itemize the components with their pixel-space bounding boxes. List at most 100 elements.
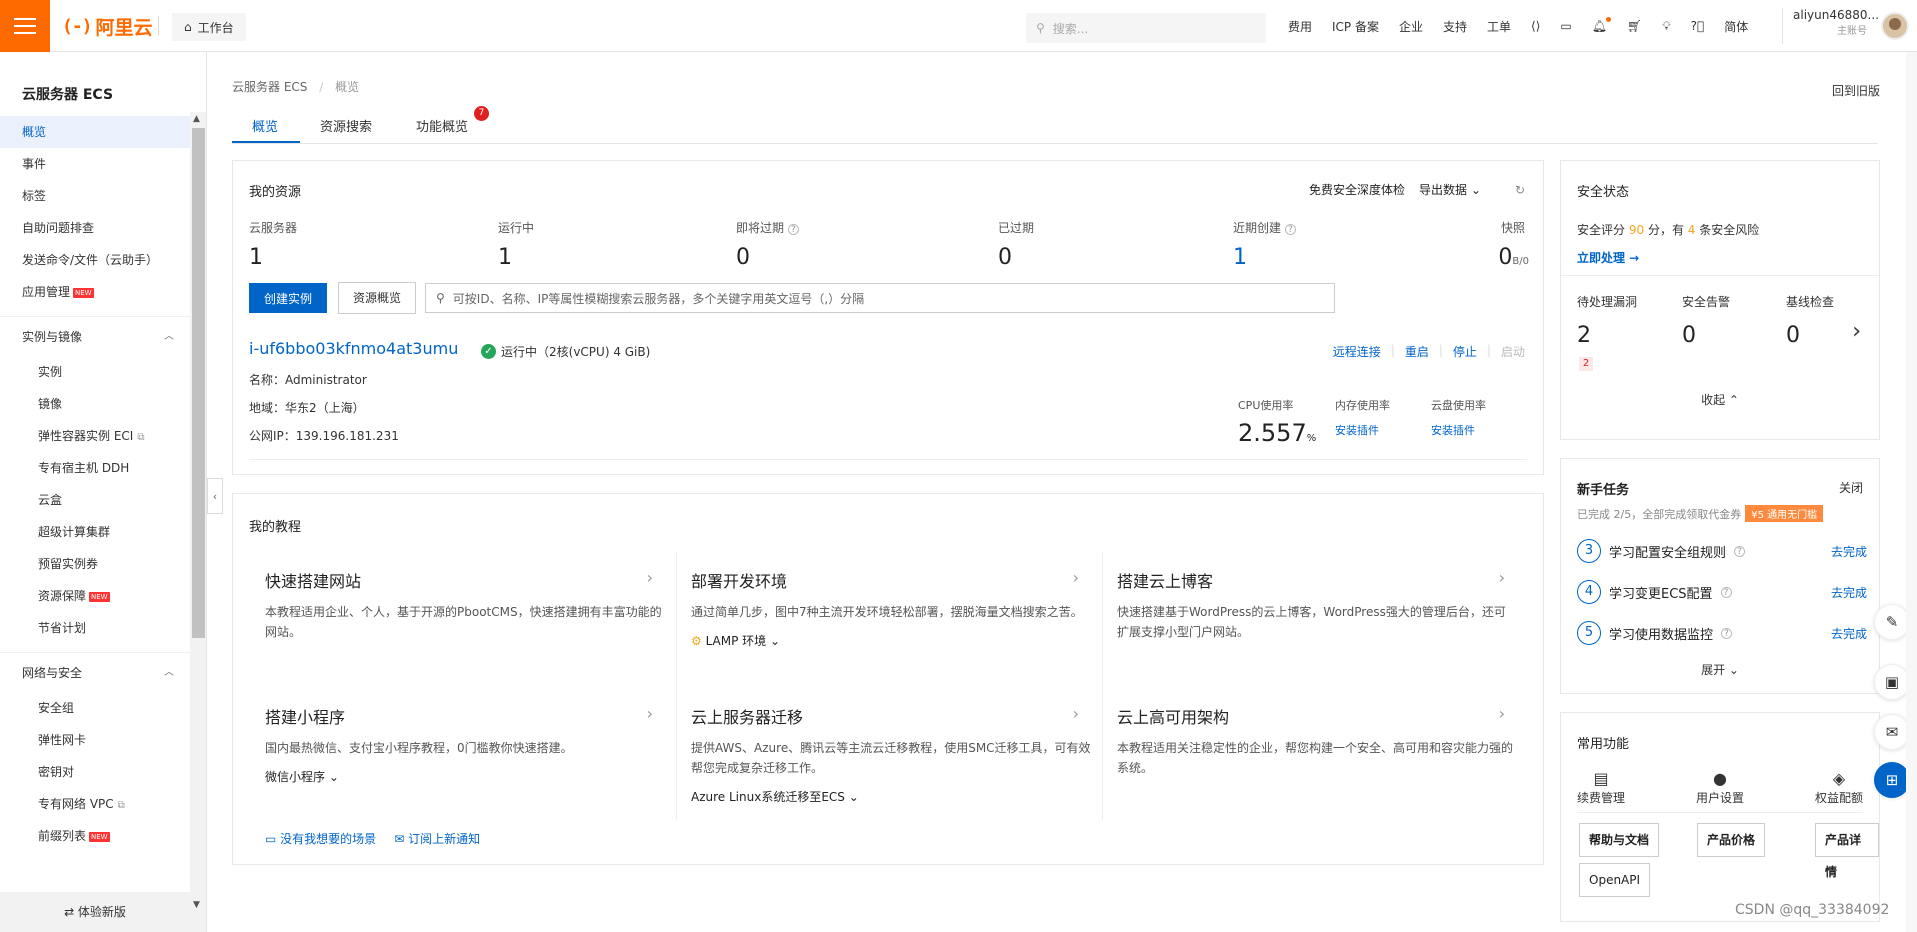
go-complete-link[interactable]: 去完成 [1831,543,1867,560]
tab-resource-search[interactable]: 资源搜索 [320,116,372,135]
help-icon[interactable]: ? [1721,627,1733,639]
collapse-button[interactable]: 收起 ⌃ [1561,391,1879,408]
help-icon[interactable]: ? [1284,224,1296,235]
close-button[interactable]: 关闭 [1839,479,1863,496]
sidebar-scrollbar[interactable]: ▲ ▼ [190,112,206,932]
hamburger-menu-button[interactable] [0,0,50,52]
quota-link[interactable]: ◈ 权益配额 [1815,769,1863,806]
stat-expiring[interactable]: 0 [736,245,750,270]
sidebar-item-reserved[interactable]: 预留实例券 [0,548,190,580]
migration-select[interactable]: Azure Linux系统迁移至ECS ⌄ [691,788,1101,805]
bulb-icon[interactable]: 💡︎ [1662,19,1670,34]
chevron-right-icon[interactable]: › [1852,319,1861,344]
baseline-check-value[interactable]: 0 [1786,323,1800,348]
resource-overview-button[interactable]: 资源概览 [338,282,417,314]
scrollbar-thumb[interactable] [192,128,205,638]
security-scan-link[interactable]: 免费安全深度体检 [1309,181,1405,198]
stat-snapshots[interactable]: 0B/0 [1498,245,1529,270]
create-instance-button[interactable]: 创建实例 [249,283,328,313]
breadcrumb-root[interactable]: 云服务器 ECS [232,80,307,94]
cart-icon[interactable]: 🛒︎ [1627,19,1642,33]
sidebar-item-ddh[interactable]: 专有宿主机 DDH [0,452,190,484]
user-settings-link[interactable]: ● 用户设置 [1696,769,1744,806]
help-icon[interactable]: ? [1734,545,1746,557]
help-docs-button[interactable]: 帮助与文档 [1579,823,1660,857]
sidebar-item-overview[interactable]: 概览 [0,116,190,148]
tutorial-migration[interactable]: 云上服务器迁移 › 提供AWS、Azure、腾讯云等主流云迁移教程，使用SMC迁… [691,704,1101,805]
help-icon[interactable]: ?⃝ [1691,19,1705,33]
try-new-version-button[interactable]: ⇄ 体验新版 [0,892,190,932]
sidebar-item-cloud-assistant[interactable]: 发送命令/文件（云助手） [0,244,190,276]
expand-button[interactable]: 展开 ⌄ [1561,661,1879,678]
product-price-button[interactable]: 产品价格 [1697,823,1766,857]
pending-vulns-value[interactable]: 2 [1577,323,1591,348]
go-complete-link[interactable]: 去完成 [1831,584,1867,601]
install-plugin-link[interactable]: 安装插件 [1335,422,1379,438]
workbench-button[interactable]: ⌂ 工作台 [172,13,246,41]
sidebar-item-cloud-box[interactable]: 云盒 [0,484,190,516]
sidebar-item-security-group[interactable]: 安全组 [0,692,190,724]
stat-recent[interactable]: 1 [1233,245,1247,270]
global-search-input[interactable]: ⚲ 搜索... [1026,13,1266,43]
tutorial-mini-program[interactable]: 搭建小程序 › 国内最热微信、支付宝小程序教程，0门槛教你快速搭建。 微信小程序… [265,704,675,785]
task-item[interactable]: 4 学习变更ECS配置? 去完成 [1577,580,1867,604]
refresh-icon[interactable]: ↻ [1515,183,1525,197]
sidebar-group-network[interactable]: 网络与安全 ︿ [0,652,190,692]
export-data-dropdown[interactable]: 导出数据 ⌄ [1419,181,1481,198]
sidebar-item-tags[interactable]: 标签 [0,180,190,212]
stat-servers[interactable]: 1 [249,245,263,270]
security-alerts-value[interactable]: 0 [1682,323,1696,348]
sidebar-item-super-computing[interactable]: 超级计算集群 [0,516,190,548]
sidebar-collapse-button[interactable]: ‹ [207,478,223,514]
sidebar-group-instances[interactable]: 实例与镜像 ︿ [0,316,190,356]
task-item[interactable]: 5 学习使用数据监控? 去完成 [1577,621,1867,645]
no-scenario-link[interactable]: ▭ 没有我想要的场景 [265,830,376,847]
nav-enterprise[interactable]: 企业 [1399,18,1423,35]
stop-link[interactable]: 停止 [1453,343,1477,360]
tab-overview[interactable]: 概览 [252,116,278,135]
nav-ticket[interactable]: 工单 [1487,18,1511,35]
avatar[interactable] [1881,12,1909,40]
subscribe-link[interactable]: ✉ 订阅上新通知 [394,830,480,847]
tutorial-website[interactable]: 快速搭建网站 › 本教程适用企业、个人，基于开源的PbootCMS，快速搭建拥有… [265,568,675,642]
sidebar-item-eci[interactable]: 弹性容器实例 ECI ⧉ [0,420,190,452]
product-details-button[interactable]: 产品详情 [1815,823,1879,879]
sidebar-item-instances[interactable]: 实例 [0,356,190,388]
sidebar-item-vpc[interactable]: 专有网络 VPC ⧉ [0,788,190,820]
scroll-down-icon[interactable]: ▼ [193,900,200,910]
help-icon[interactable]: ? [1720,586,1732,598]
back-to-old-version-link[interactable]: 回到旧版 [1832,82,1880,99]
tutorial-ha-architecture[interactable]: 云上高可用架构 › 本教程适用关注稳定性的企业，帮您构建一个安全、高可用和容灾能… [1117,704,1527,778]
install-plugin-link[interactable]: 安装插件 [1431,422,1475,438]
sidebar-item-savings-plan[interactable]: 节省计划 [0,612,190,644]
terminal-icon[interactable]: ▭ [1560,19,1571,33]
language-switch[interactable]: 简体 [1724,18,1748,35]
tutorial-blog[interactable]: 搭建云上博客 › 快速搭建基于WordPress的云上博客，WordPress强… [1117,568,1527,642]
bell-icon[interactable]: 🔔︎ [1592,17,1611,33]
nav-icp[interactable]: ICP 备案 [1332,18,1379,35]
feedback-icon[interactable]: ✉ [1874,714,1910,750]
edit-icon[interactable]: ✎ [1874,604,1910,640]
env-select[interactable]: ⚙ LAMP 环境 ⌄ [691,632,1101,649]
sidebar-item-events[interactable]: 事件 [0,148,190,180]
instance-id-link[interactable]: i-uf6bbo03kfnmo4at3umu [249,339,458,358]
sidebar-item-prefix-list[interactable]: 前缀列表 NEW [0,820,190,852]
instance-search-input[interactable]: ⚲ 可按ID、名称、IP等属性模糊搜索云服务器，多个关键字用英文逗号（,）分隔 [425,283,1335,313]
remote-connect-link[interactable]: 远程连接 [1333,343,1381,360]
help-icon[interactable]: ? [787,224,799,235]
openapi-button[interactable]: OpenAPI [1579,863,1651,897]
apps-icon[interactable]: ⊞ [1874,762,1910,798]
scroll-up-icon[interactable]: ▲ [193,114,200,124]
sidebar-item-resource-guarantee[interactable]: 资源保障 NEW [0,580,190,612]
task-item[interactable]: 3 学习配置安全组规则? 去完成 [1577,539,1867,563]
restart-link[interactable]: 重启 [1405,343,1429,360]
sidebar-item-app-management[interactable]: 应用管理 NEW [0,276,190,308]
sidebar-item-eni[interactable]: 弹性网卡 [0,724,190,756]
nav-support[interactable]: 支持 [1443,18,1467,35]
sidebar-item-keypair[interactable]: 密钥对 [0,756,190,788]
main-scrollbar[interactable] [1906,52,1917,932]
sidebar-item-troubleshoot[interactable]: 自助问题排查 [0,212,190,244]
mini-program-select[interactable]: 微信小程序 ⌄ [265,768,675,785]
account-menu[interactable]: aliyun46880... 主账号 [1782,8,1917,44]
notebook-icon[interactable]: ▣ [1874,664,1910,700]
